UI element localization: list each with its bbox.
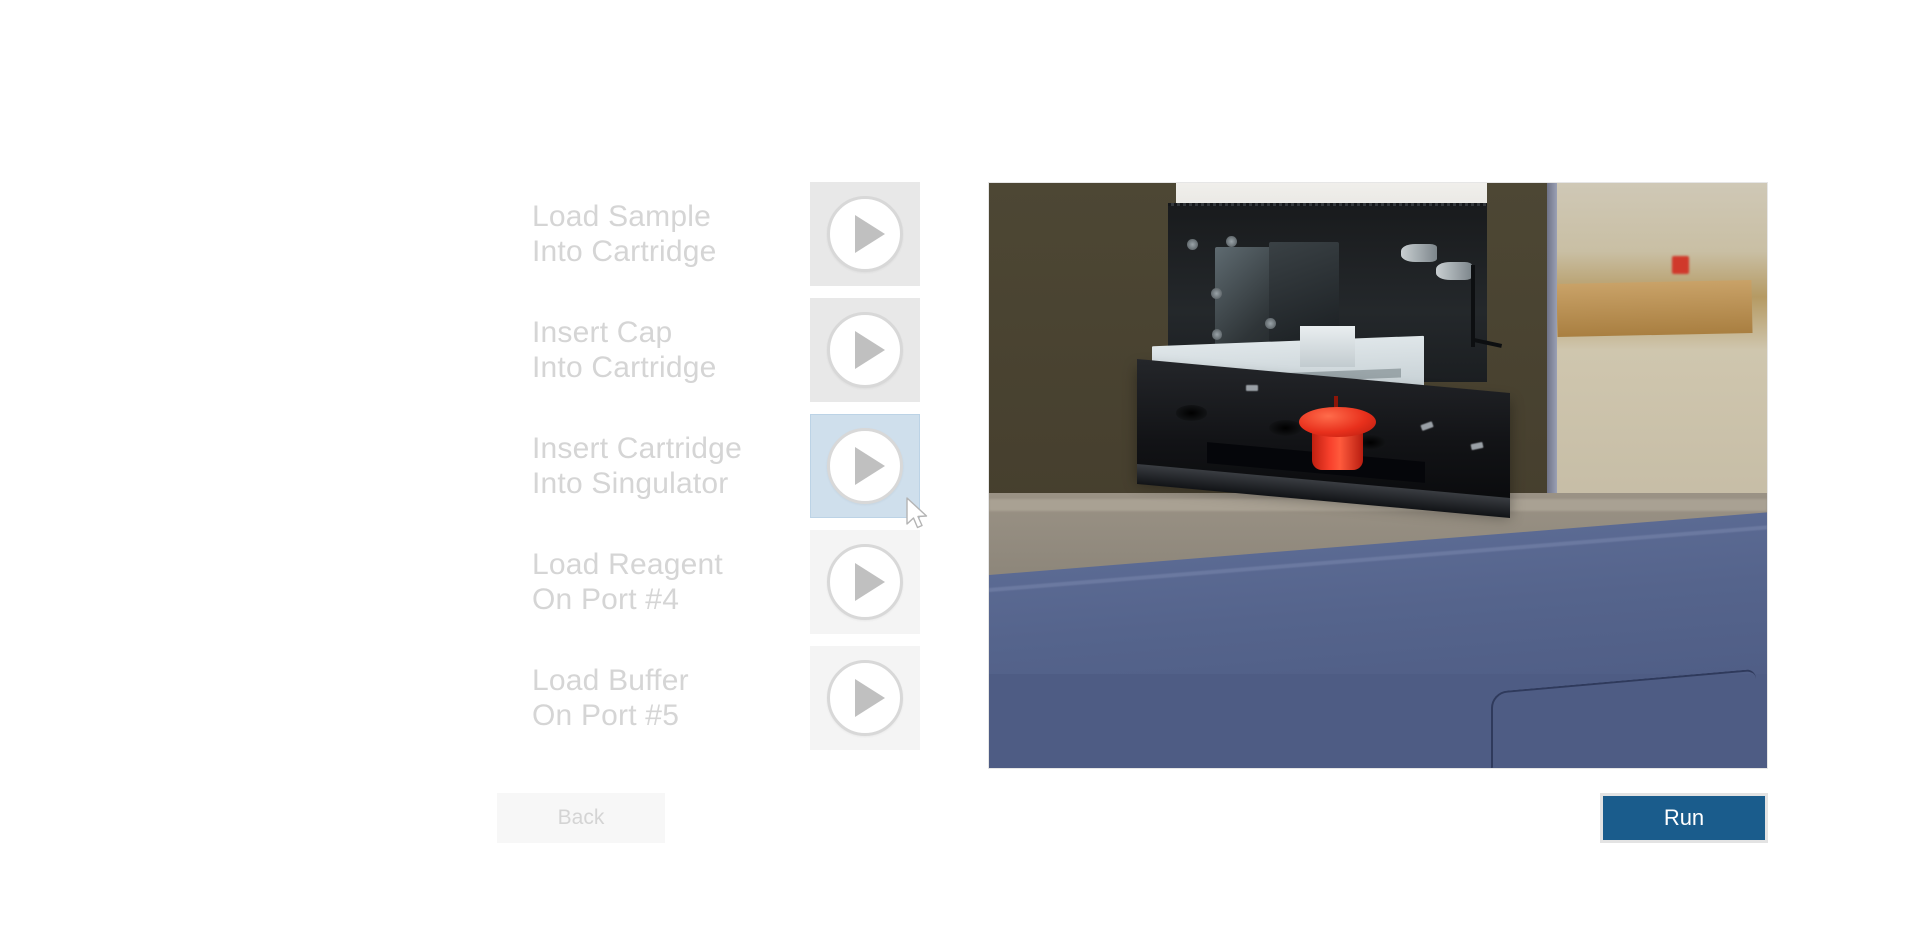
play-button-insert-cap[interactable] bbox=[810, 298, 920, 402]
step-label: Load Sample Into Cartridge bbox=[532, 200, 717, 268]
step-checklist: Load Sample Into Cartridge Insert Cap In… bbox=[510, 182, 950, 762]
fastener bbox=[1226, 235, 1238, 247]
play-button-load-sample[interactable] bbox=[810, 182, 920, 286]
step-item-load-buffer: Load Buffer On Port #5 bbox=[510, 646, 950, 750]
dispense-nozzle bbox=[1401, 244, 1438, 262]
play-triangle bbox=[855, 331, 885, 369]
play-button-insert-cartridge[interactable] bbox=[810, 414, 920, 518]
fastener bbox=[1187, 238, 1199, 250]
fastener bbox=[1210, 288, 1222, 300]
play-triangle bbox=[855, 679, 885, 717]
step-label: Insert Cartridge Into Singulator bbox=[532, 432, 742, 500]
play-icon bbox=[827, 660, 903, 736]
play-triangle bbox=[855, 215, 885, 253]
step-item-load-reagent: Load Reagent On Port #4 bbox=[510, 530, 950, 634]
video-still-image bbox=[989, 183, 1767, 768]
play-icon bbox=[827, 312, 903, 388]
instrument-cable bbox=[1471, 264, 1476, 347]
step-item-insert-cartridge: Insert Cartridge Into Singulator bbox=[510, 414, 950, 518]
play-icon bbox=[827, 544, 903, 620]
tray-port bbox=[1175, 405, 1207, 421]
run-button[interactable]: Run bbox=[1600, 793, 1768, 843]
dispense-nozzle bbox=[1436, 261, 1473, 280]
play-button-load-reagent[interactable] bbox=[810, 530, 920, 634]
tray-port bbox=[1269, 419, 1302, 436]
step-label: Load Buffer On Port #5 bbox=[532, 664, 689, 732]
cartridge-cap-top bbox=[1299, 407, 1376, 438]
fastener bbox=[1265, 317, 1277, 329]
play-icon bbox=[827, 428, 903, 504]
scene-wood-bench bbox=[1556, 280, 1752, 338]
scene-red-object bbox=[1672, 256, 1690, 274]
play-triangle bbox=[855, 563, 885, 601]
back-button[interactable]: Back bbox=[497, 793, 665, 843]
play-button-load-buffer[interactable] bbox=[810, 646, 920, 750]
application-root: Load Sample Into Cartridge Insert Cap In… bbox=[0, 0, 1920, 937]
step-label: Load Reagent On Port #4 bbox=[532, 548, 723, 616]
instructional-video-player[interactable] bbox=[988, 182, 1768, 769]
step-item-load-sample: Load Sample Into Cartridge bbox=[510, 182, 950, 286]
play-icon bbox=[827, 196, 903, 272]
step-item-insert-cap: Insert Cap Into Cartridge bbox=[510, 298, 950, 402]
metal-shelf-block bbox=[1300, 326, 1355, 368]
play-triangle bbox=[855, 447, 885, 485]
step-label: Insert Cap Into Cartridge bbox=[532, 316, 717, 384]
tray-label-mark bbox=[1245, 384, 1259, 391]
